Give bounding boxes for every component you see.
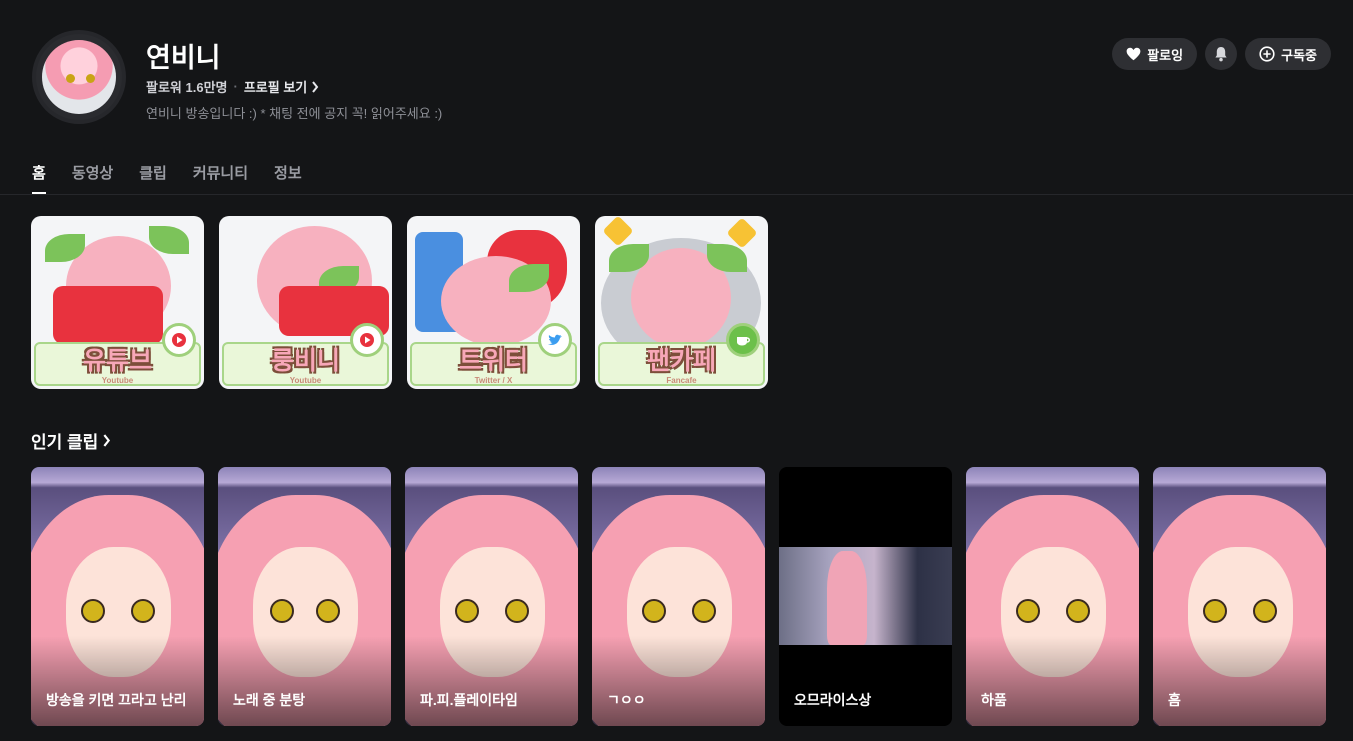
popular-clips-heading[interactable]: 인기 클립 (31, 428, 111, 453)
channel-avatar[interactable] (32, 30, 126, 124)
header-actions: 팔로잉 구독중 (1112, 38, 1331, 70)
clip-gradient (592, 636, 765, 726)
clip-thumbnail-eye (131, 599, 155, 623)
banner-sublabel: Twitter / X (474, 376, 513, 385)
channel-description: 연비니 방송입니다 :) * 채팅 전에 공지 꼭! 읽어주세요 :) (146, 106, 443, 121)
clip-card[interactable]: 파.피.플레이타임 (405, 467, 578, 726)
tab-info[interactable]: 정보 (274, 150, 302, 194)
butterfly-decoration (726, 217, 758, 249)
clip-gradient (1153, 636, 1326, 726)
clip-title: 방송을 키면 끄라고 난리 (46, 692, 187, 708)
clip-gradient (31, 636, 204, 726)
clip-card[interactable]: 흠 (1153, 467, 1326, 726)
chevron-right-icon (312, 80, 319, 93)
banner-youtube-second[interactable]: 룽비니 Youtube (219, 216, 392, 389)
clip-thumbnail-character (827, 551, 867, 645)
popular-clips-list: 방송을 키면 끄라고 난리 노래 중 분탕 파.피.플레이타임 ㄱㅇㅇ 오므라이… (31, 467, 1326, 726)
clip-title: 하품 (981, 692, 1007, 708)
banner-twitter[interactable]: 트위터 Twitter / X (407, 216, 580, 389)
avatar-image (42, 40, 116, 114)
clip-title: 오므라이스상 (794, 692, 872, 708)
clip-title: ㄱㅇㅇ (607, 692, 646, 708)
clip-thumbnail-eye (505, 599, 529, 623)
play-icon (350, 323, 384, 357)
separator-dot: · (233, 79, 238, 94)
follower-count: 팔로워 1.6만명 (146, 80, 228, 95)
clip-gradient (966, 636, 1139, 726)
clip-title: 파.피.플레이타임 (420, 692, 518, 708)
banner-sublabel: Youtube (101, 376, 134, 385)
tab-clips[interactable]: 클립 (139, 150, 167, 194)
clip-thumbnail-eye (692, 599, 716, 623)
avatar-eye (66, 74, 75, 83)
butterfly-decoration (602, 216, 634, 247)
notification-button[interactable] (1205, 38, 1238, 70)
banner-fancafe[interactable]: 팬카페 Fancafe (595, 216, 768, 389)
avatar-eye (86, 74, 95, 83)
clip-card[interactable]: 노래 중 분탕 (218, 467, 391, 726)
tab-community[interactable]: 커뮤니티 (193, 150, 248, 194)
plus-circle-icon (1259, 46, 1275, 62)
link-banners: 유튜브 Youtube 룽비니 Youtube 트위터 Twitter / X … (31, 216, 768, 389)
clip-thumbnail-eye (1253, 599, 1277, 623)
subscribe-button[interactable]: 구독중 (1245, 38, 1331, 70)
tab-videos[interactable]: 동영상 (72, 150, 113, 194)
chevron-right-icon (103, 434, 111, 447)
clip-card[interactable]: 오므라이스상 (779, 467, 952, 726)
banner-sublabel: Youtube (289, 376, 322, 385)
follow-button[interactable]: 팔로잉 (1112, 38, 1198, 70)
clip-gradient (218, 636, 391, 726)
clip-thumbnail-eye (1016, 599, 1040, 623)
clip-gradient (405, 636, 578, 726)
cup-icon (726, 323, 760, 357)
profile-link-label: 프로필 보기 (243, 80, 308, 95)
clip-thumbnail-eye (316, 599, 340, 623)
heart-icon (1126, 47, 1141, 61)
clip-thumbnail-eye (1066, 599, 1090, 623)
banner-youtube[interactable]: 유튜브 Youtube (31, 216, 204, 389)
clip-card[interactable]: ㄱㅇㅇ (592, 467, 765, 726)
clip-title: 흠 (1168, 692, 1181, 708)
channel-name: 연비니 (146, 43, 221, 73)
clip-thumbnail-eye (1203, 599, 1227, 623)
clip-thumbnail-eye (81, 599, 105, 623)
popular-clips-title: 인기 클립 (31, 433, 99, 452)
profile-link[interactable]: 프로필 보기 (244, 77, 319, 96)
clip-thumbnail-eye (642, 599, 666, 623)
tab-home[interactable]: 홈 (32, 150, 46, 194)
channel-tabs: 홈 동영상 클립 커뮤니티 정보 (32, 150, 328, 194)
clip-thumbnail-eye (455, 599, 479, 623)
clip-title: 노래 중 분탕 (233, 692, 306, 708)
clip-card[interactable]: 하품 (966, 467, 1139, 726)
bell-icon (1215, 47, 1227, 62)
clip-thumbnail-eye (270, 599, 294, 623)
tabs-divider (0, 194, 1353, 195)
twitter-icon (538, 323, 572, 357)
banner-sublabel: Fancafe (666, 376, 697, 385)
youtube-logo (53, 286, 163, 344)
play-icon (162, 323, 196, 357)
clip-card[interactable]: 방송을 키면 끄라고 난리 (31, 467, 204, 726)
channel-meta: 팔로워 1.6만명 · 프로필 보기 (146, 77, 319, 96)
follow-button-label: 팔로잉 (1147, 47, 1184, 63)
subscribe-button-label: 구독중 (1281, 47, 1317, 63)
